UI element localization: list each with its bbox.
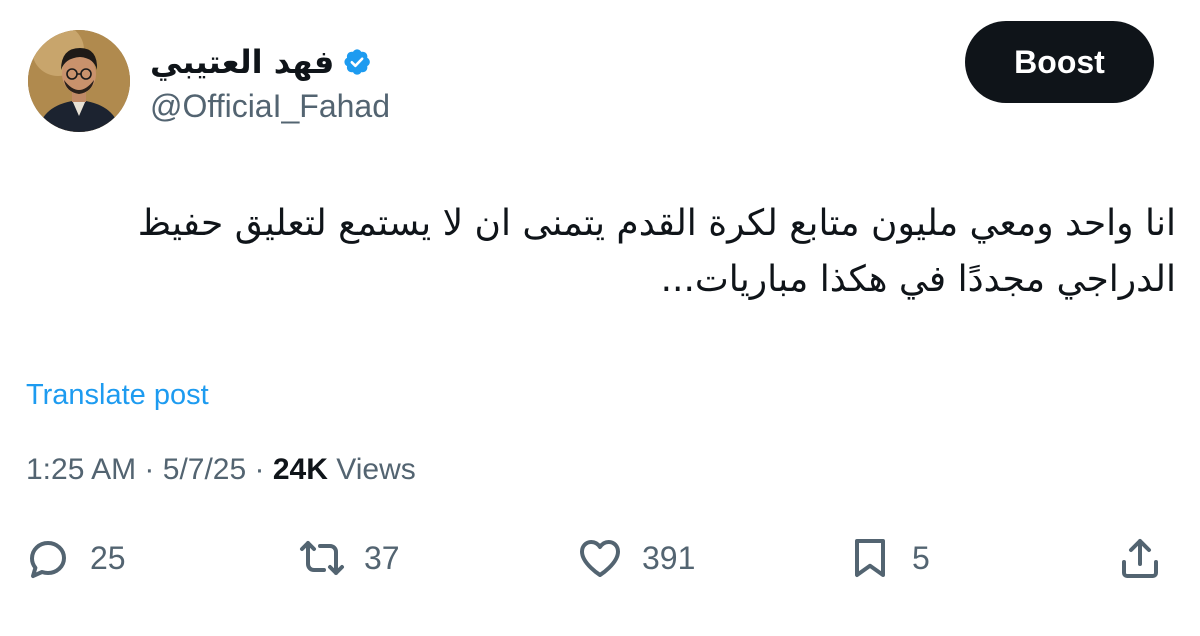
verified-badge-icon[interactable] bbox=[342, 47, 372, 77]
author-handle[interactable]: @OfficiaI_Fahad bbox=[150, 86, 390, 126]
repost-icon bbox=[300, 541, 344, 575]
reply-icon bbox=[30, 541, 66, 578]
meta-separator: · bbox=[254, 453, 265, 486]
author-name-row: فهد العتيبي bbox=[150, 40, 372, 84]
reply-count: 25 bbox=[90, 540, 126, 576]
repost-count: 37 bbox=[364, 540, 400, 576]
avatar-image bbox=[28, 30, 130, 132]
tweet-time[interactable]: 1:25 AM bbox=[26, 453, 136, 486]
share-icon bbox=[1122, 539, 1158, 578]
bookmark-icon bbox=[855, 539, 885, 577]
meta-separator: · bbox=[144, 453, 155, 486]
repost-button[interactable]: 37 bbox=[298, 528, 400, 588]
translate-post-link[interactable]: Translate post bbox=[26, 376, 209, 414]
avatar[interactable] bbox=[28, 30, 130, 132]
heart-icon bbox=[580, 540, 620, 577]
tweet-text: انا واحد ومعي مليون متابع لكرة القدم يتم… bbox=[137, 203, 1176, 300]
tweet-actions-bar: 25 37 391 5 bbox=[0, 528, 1200, 588]
author-display-name[interactable]: فهد العتيبي bbox=[150, 42, 334, 82]
views-label: Views bbox=[336, 453, 416, 486]
boost-button[interactable]: Boost bbox=[965, 21, 1154, 103]
like-count: 391 bbox=[642, 540, 696, 576]
tweet-date[interactable]: 5/7/25 bbox=[163, 453, 246, 486]
like-button[interactable]: 391 bbox=[576, 528, 695, 588]
views-count: 24K bbox=[272, 453, 328, 486]
bookmark-count: 5 bbox=[912, 540, 930, 576]
reply-button[interactable]: 25 bbox=[24, 528, 126, 588]
tweet-metadata: 1:25 AM · 5/7/25 · 24K Views bbox=[26, 450, 416, 490]
bookmark-button[interactable]: 5 bbox=[846, 528, 930, 588]
share-button[interactable] bbox=[1116, 528, 1164, 588]
